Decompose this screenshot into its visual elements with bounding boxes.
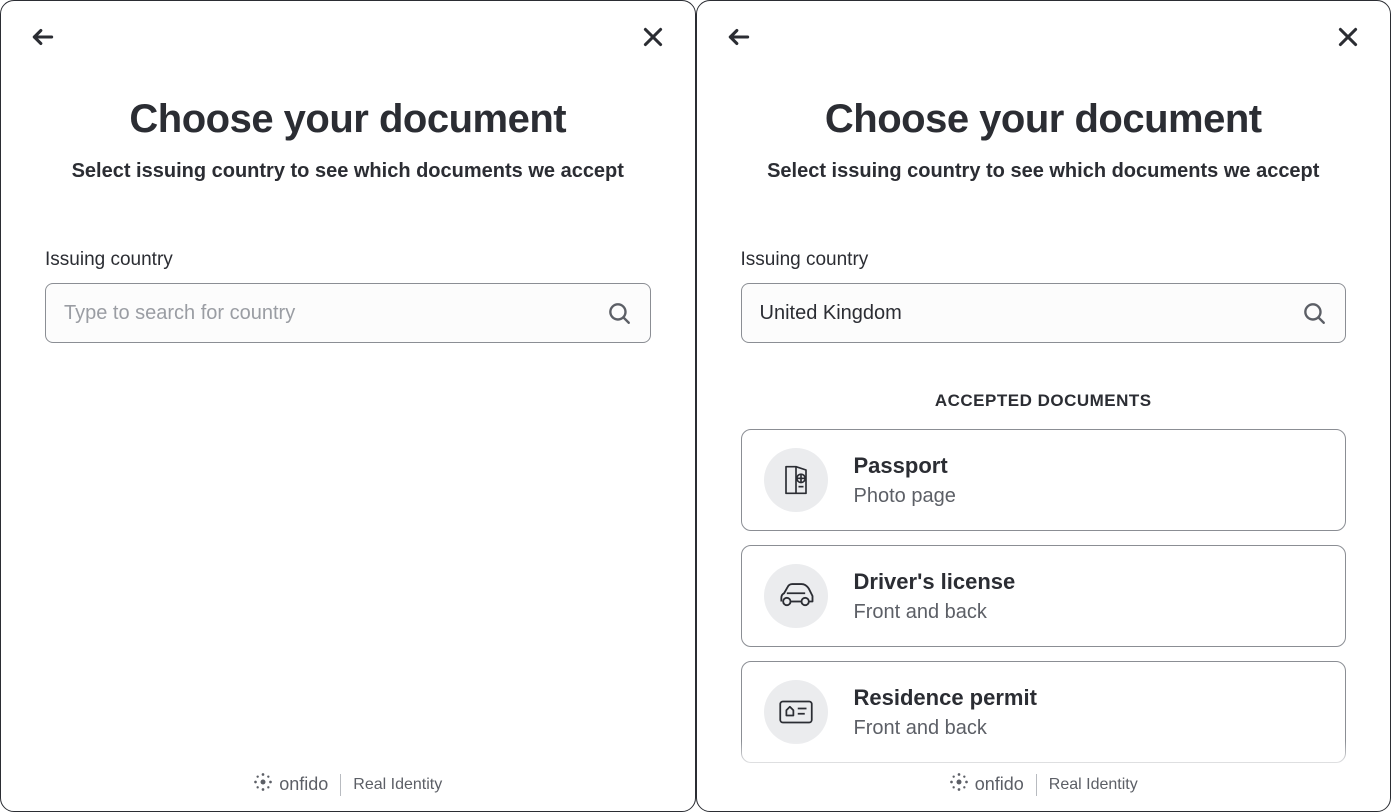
car-icon — [764, 564, 828, 628]
back-button[interactable] — [25, 21, 61, 57]
document-title: Driver's license — [854, 569, 1016, 595]
footer-brand: onfido — [253, 772, 328, 797]
footer-tagline: Real Identity — [353, 776, 442, 794]
document-title: Residence permit — [854, 685, 1037, 711]
header: Choose your document Select issuing coun… — [1, 57, 695, 183]
page-subtitle: Select issuing country to see which docu… — [41, 160, 655, 183]
footer-divider — [340, 774, 341, 796]
header: Choose your document Select issuing coun… — [697, 57, 1391, 183]
document-title: Passport — [854, 453, 956, 479]
document-option-passport[interactable]: Passport Photo page — [741, 429, 1347, 531]
panel-selected: Choose your document Select issuing coun… — [696, 0, 1391, 812]
close-button[interactable] — [635, 21, 671, 57]
page-title: Choose your document — [41, 97, 655, 142]
document-subtitle: Front and back — [854, 717, 1037, 740]
arrow-left-icon — [726, 24, 752, 55]
page-subtitle: Select issuing country to see which docu… — [737, 160, 1351, 183]
content: Issuing country ACCEPTED DOCUMENTS P — [697, 183, 1391, 811]
onfido-logo-icon — [949, 772, 969, 797]
footer-divider — [1036, 774, 1037, 796]
footer: onfido Real Identity — [697, 772, 1391, 797]
close-icon — [640, 24, 666, 55]
back-button[interactable] — [721, 21, 757, 57]
id-card-icon — [764, 680, 828, 744]
footer-brand-text: onfido — [975, 774, 1024, 795]
issuing-country-field[interactable] — [741, 283, 1347, 343]
footer-brand: onfido — [949, 772, 1024, 797]
panel-initial: Choose your document Select issuing coun… — [0, 0, 696, 812]
footer-tagline: Real Identity — [1049, 776, 1138, 794]
document-subtitle: Front and back — [854, 601, 1016, 624]
document-subtitle: Photo page — [854, 485, 956, 508]
document-option-residence-permit[interactable]: Residence permit Front and back — [741, 661, 1347, 763]
topbar — [697, 1, 1391, 57]
content: Issuing country — [1, 183, 695, 811]
document-option-drivers-license[interactable]: Driver's license Front and back — [741, 545, 1347, 647]
search-icon — [1301, 300, 1327, 326]
passport-icon — [764, 448, 828, 512]
issuing-country-input[interactable] — [64, 302, 606, 325]
search-icon — [606, 300, 632, 326]
topbar — [1, 1, 695, 57]
footer-brand-text: onfido — [279, 774, 328, 795]
accepted-documents-label: ACCEPTED DOCUMENTS — [741, 391, 1347, 411]
issuing-country-field[interactable] — [45, 283, 651, 343]
arrow-left-icon — [30, 24, 56, 55]
issuing-country-input[interactable] — [760, 302, 1302, 325]
close-icon — [1335, 24, 1361, 55]
issuing-country-label: Issuing country — [741, 249, 1347, 271]
close-button[interactable] — [1330, 21, 1366, 57]
document-text: Residence permit Front and back — [854, 685, 1037, 740]
issuing-country-label: Issuing country — [45, 249, 651, 271]
onfido-logo-icon — [253, 772, 273, 797]
footer: onfido Real Identity — [1, 772, 695, 797]
document-text: Passport Photo page — [854, 453, 956, 508]
page-title: Choose your document — [737, 97, 1351, 142]
document-text: Driver's license Front and back — [854, 569, 1016, 624]
